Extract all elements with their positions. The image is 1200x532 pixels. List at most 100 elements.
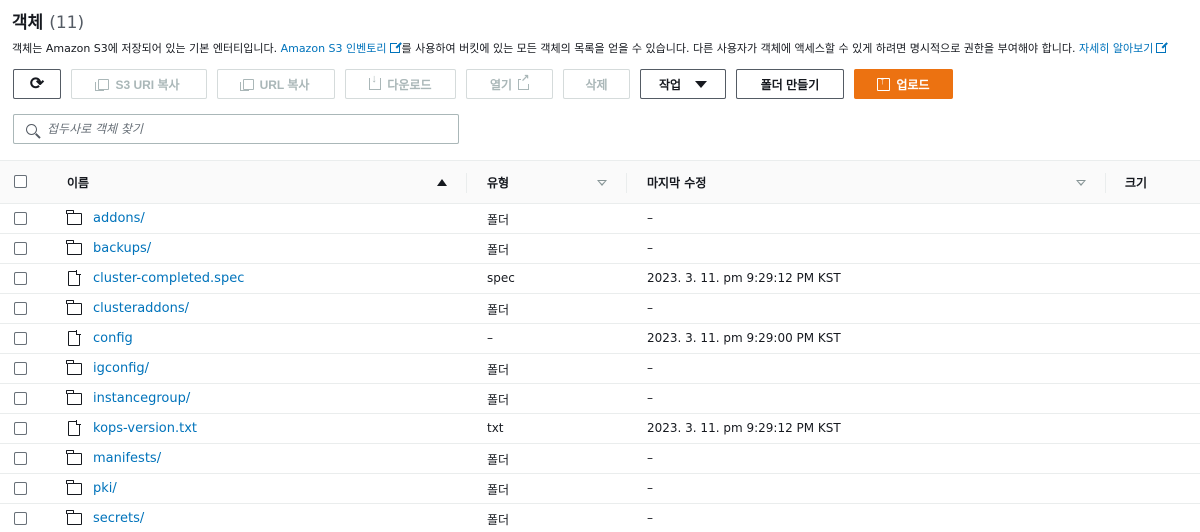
- search-icon: [26, 123, 37, 135]
- upload-button[interactable]: 업로드: [854, 69, 953, 99]
- copy-url-button[interactable]: URL 복사: [217, 69, 335, 99]
- table-row[interactable]: instancegroup/폴더 –: [0, 384, 1200, 414]
- row-checkbox[interactable]: [14, 242, 27, 255]
- object-name-link[interactable]: pki/: [93, 481, 117, 496]
- object-last-modified: –: [647, 451, 653, 465]
- search-input[interactable]: [47, 122, 447, 136]
- column-divider: [626, 173, 627, 193]
- file-icon: [68, 330, 81, 346]
- column-size[interactable]: 크기: [1125, 174, 1147, 191]
- copy-icon: [95, 78, 110, 91]
- download-button[interactable]: 다운로드: [345, 69, 456, 99]
- column-last-modified[interactable]: 마지막 수정: [647, 174, 706, 191]
- page-title: 객체 (11): [12, 8, 84, 33]
- object-type: 폴더: [487, 453, 510, 467]
- create-folder-button[interactable]: 폴더 만들기: [736, 69, 844, 99]
- table-row[interactable]: manifests/폴더 –: [0, 444, 1200, 474]
- folder-icon: [66, 300, 82, 315]
- folder-icon: [66, 450, 82, 465]
- folder-icon: [66, 390, 82, 405]
- object-name-link[interactable]: backups/: [93, 241, 151, 256]
- open-label: 열기: [489, 77, 513, 92]
- inventory-link[interactable]: Amazon S3 인벤토리: [281, 42, 387, 55]
- object-name-link[interactable]: clusteraddons/: [93, 301, 189, 316]
- row-checkbox[interactable]: [14, 422, 27, 435]
- table-row[interactable]: igconfig/폴더 –: [0, 354, 1200, 384]
- learn-more-link[interactable]: 자세히 알아보기: [1079, 42, 1153, 55]
- row-checkbox[interactable]: [14, 212, 27, 225]
- object-last-modified: 2023. 3. 11. pm 9:29:12 PM KST: [647, 421, 841, 435]
- row-checkbox[interactable]: [14, 272, 27, 285]
- sort-icon[interactable]: [597, 180, 607, 186]
- object-count: (11): [49, 13, 85, 33]
- upload-label: 업로드: [896, 77, 930, 92]
- sort-icon[interactable]: [1076, 180, 1086, 186]
- row-checkbox[interactable]: [14, 392, 27, 405]
- table-row[interactable]: config – 2023. 3. 11. pm 9:29:00 PM KST: [0, 324, 1200, 354]
- object-type: spec: [487, 271, 515, 285]
- search-box: [13, 114, 459, 144]
- description-text-2: 를 사용하여 버킷에 있는 모든 객체의 목록을 얻을 수 있습니다. 다른 사…: [401, 42, 1079, 55]
- refresh-button[interactable]: ⟳: [13, 69, 61, 99]
- copy-s3-uri-button[interactable]: S3 URI 복사: [71, 69, 207, 99]
- table-header: 이름 유형 마지막 수정 크기: [0, 160, 1200, 204]
- object-last-modified: –: [647, 361, 653, 375]
- object-type: 폴더: [487, 243, 510, 257]
- object-name-link[interactable]: config: [93, 331, 133, 346]
- copy-icon: [239, 78, 254, 91]
- copy-s3-uri-label: S3 URI 복사: [115, 77, 180, 92]
- external-link-icon: [518, 73, 530, 90]
- object-last-modified: –: [647, 391, 653, 405]
- download-icon: [369, 73, 382, 90]
- object-type: 폴더: [487, 303, 510, 317]
- title-text: 객체: [12, 13, 44, 33]
- download-label: 다운로드: [387, 77, 432, 92]
- folder-icon: [66, 360, 82, 375]
- object-name-link[interactable]: secrets/: [93, 511, 144, 526]
- caret-down-icon: [695, 80, 708, 88]
- column-divider: [1105, 173, 1106, 193]
- table-row[interactable]: backups/폴더 –: [0, 234, 1200, 264]
- table-row[interactable]: clusteraddons/폴더 –: [0, 294, 1200, 324]
- column-type[interactable]: 유형: [487, 174, 509, 191]
- object-last-modified: 2023. 3. 11. pm 9:29:12 PM KST: [647, 271, 841, 285]
- row-checkbox[interactable]: [14, 362, 27, 375]
- object-name-link[interactable]: igconfig/: [93, 361, 149, 376]
- row-checkbox[interactable]: [14, 512, 27, 525]
- toolbar: ⟳ S3 URI 복사 URL 복사 다운로드 열기 삭제 작업 폴더 만들기 …: [0, 69, 1200, 99]
- object-type: 폴더: [487, 483, 510, 497]
- object-last-modified: –: [647, 301, 653, 315]
- table-row[interactable]: pki/폴더 –: [0, 474, 1200, 504]
- row-checkbox[interactable]: [14, 332, 27, 345]
- description: 객체는 Amazon S3에 저장되어 있는 기본 엔터티입니다. Amazon…: [12, 40, 1192, 56]
- object-last-modified: –: [647, 481, 653, 495]
- actions-dropdown[interactable]: 작업: [640, 69, 726, 99]
- column-name[interactable]: 이름: [67, 174, 89, 191]
- select-all-checkbox[interactable]: [14, 175, 27, 188]
- row-checkbox[interactable]: [14, 302, 27, 315]
- row-checkbox[interactable]: [14, 452, 27, 465]
- folder-icon: [66, 240, 82, 255]
- object-type: 폴더: [487, 513, 510, 527]
- object-name-link[interactable]: manifests/: [93, 451, 161, 466]
- object-name-link[interactable]: addons/: [93, 211, 145, 226]
- object-name-link[interactable]: kops-version.txt: [93, 421, 197, 436]
- actions-label: 작업: [658, 77, 682, 92]
- table-row[interactable]: secrets/폴더 –: [0, 504, 1200, 532]
- table-row[interactable]: cluster-completed.spec spec 2023. 3. 11. p…: [0, 264, 1200, 294]
- object-last-modified: –: [647, 511, 653, 525]
- table-row[interactable]: kops-version.txt txt 2023. 3. 11. pm 9:29:…: [0, 414, 1200, 444]
- table-row[interactable]: addons/폴더 –: [0, 204, 1200, 234]
- description-text-1: 객체는 Amazon S3에 저장되어 있는 기본 엔터티입니다.: [12, 42, 281, 55]
- column-divider: [466, 173, 467, 193]
- object-type: txt: [487, 421, 504, 435]
- folder-icon: [66, 210, 82, 225]
- open-button[interactable]: 열기: [466, 69, 553, 99]
- object-last-modified: –: [647, 241, 653, 255]
- object-name-link[interactable]: cluster-completed.spec: [93, 271, 244, 286]
- delete-button[interactable]: 삭제: [563, 69, 630, 99]
- sort-ascending-icon[interactable]: [437, 179, 447, 186]
- object-name-link[interactable]: instancegroup/: [93, 391, 190, 406]
- row-checkbox[interactable]: [14, 482, 27, 495]
- refresh-icon: ⟳: [29, 74, 45, 93]
